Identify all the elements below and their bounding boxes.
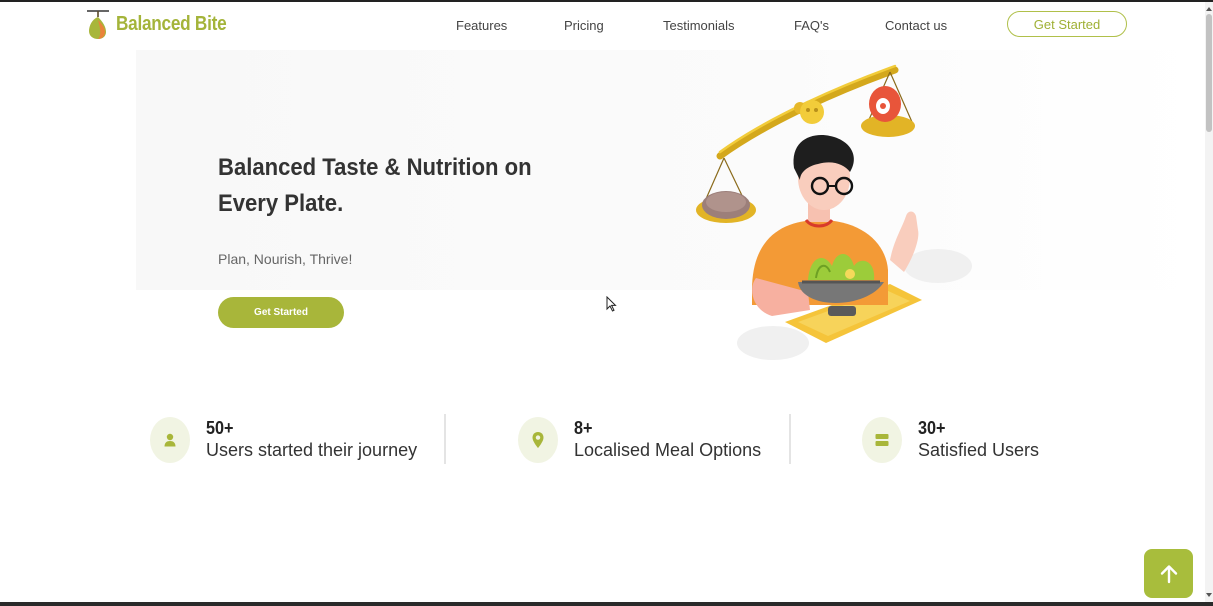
hero-title: Balanced Taste & Nutrition on Every Plat…: [218, 154, 532, 217]
hero-subtitle: Plan, Nourish, Thrive!: [218, 251, 353, 267]
stat-label: Satisfied Users: [918, 440, 1040, 460]
nav-link-pricing[interactable]: Pricing: [564, 18, 604, 33]
stat-value: 8+: [574, 418, 593, 438]
scroll-up-arrow-icon[interactable]: [1205, 6, 1213, 12]
stat-value: 50+: [206, 418, 234, 438]
server-icon: [875, 434, 889, 446]
hero-illustration: [696, 64, 972, 360]
nav-link-contact[interactable]: Contact us: [885, 18, 947, 33]
vertical-scrollbar[interactable]: [1205, 2, 1213, 602]
nav-link-faqs[interactable]: FAQ's: [794, 18, 829, 33]
stat-divider: [444, 414, 446, 464]
scroll-down-arrow-icon[interactable]: [1205, 592, 1213, 598]
back-to-top-button[interactable]: [1144, 549, 1193, 598]
location-pin-icon: [532, 432, 544, 448]
page-viewport: Balanced Bite Features Pricing Testimoni…: [0, 0, 1213, 606]
stat-value: 30+: [918, 418, 946, 438]
stat-label: Localised Meal Options: [574, 440, 762, 460]
stat-divider: [789, 414, 791, 464]
stat-icon-badge: [862, 417, 902, 463]
nav-link-testimonials[interactable]: Testimonials: [663, 18, 735, 33]
stat-icon-badge: [518, 417, 558, 463]
scrollbar-thumb[interactable]: [1206, 14, 1212, 132]
stat-label: Users started their journey: [206, 440, 418, 460]
stat-meal-options: 8+ Localised Meal Options: [518, 414, 761, 466]
arrow-up-icon: [1160, 564, 1177, 583]
window-bottom-edge: [0, 602, 1213, 606]
user-icon: [164, 433, 176, 447]
stat-icon-badge: [150, 417, 190, 463]
hero-get-started-button[interactable]: Get Started: [218, 297, 344, 328]
stat-satisfied-users: 30+ Satisfied Users: [862, 414, 1039, 466]
mouse-cursor-icon: [606, 296, 617, 312]
nav-get-started-button[interactable]: Get Started: [1007, 11, 1127, 37]
navbar: Balanced Bite Features Pricing Testimoni…: [0, 2, 1205, 50]
nav-link-features[interactable]: Features: [456, 18, 507, 33]
stat-users: 50+ Users started their journey: [150, 414, 417, 466]
